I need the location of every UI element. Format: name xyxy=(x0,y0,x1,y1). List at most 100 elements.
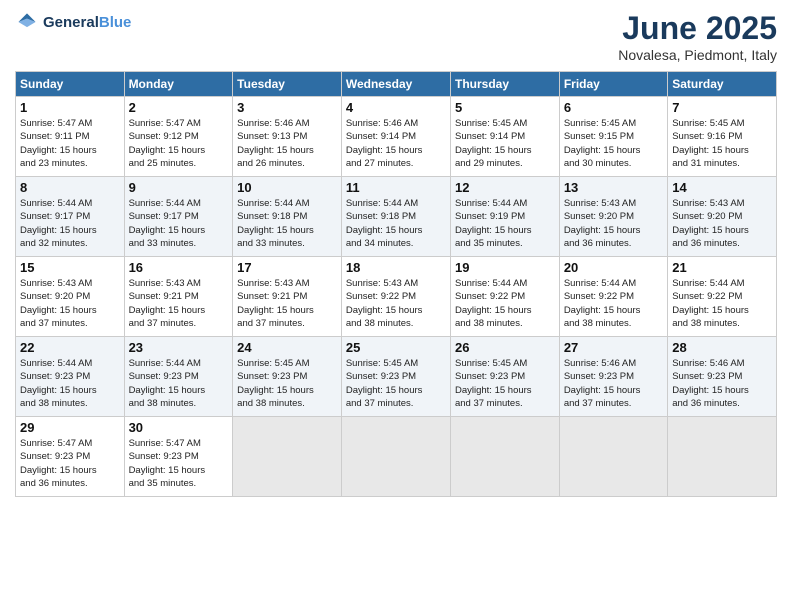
calendar-cell: 2 Sunrise: 5:47 AMSunset: 9:12 PMDayligh… xyxy=(124,97,233,177)
month-title: June 2025 xyxy=(618,10,777,47)
day-info: Sunrise: 5:44 AMSunset: 9:17 PMDaylight:… xyxy=(20,197,120,250)
title-block: June 2025 Novalesa, Piedmont, Italy xyxy=(618,10,777,63)
day-number: 7 xyxy=(672,100,772,115)
day-info: Sunrise: 5:44 AMSunset: 9:23 PMDaylight:… xyxy=(20,357,120,410)
day-number: 5 xyxy=(455,100,555,115)
day-number: 13 xyxy=(564,180,663,195)
calendar-cell: 7 Sunrise: 5:45 AMSunset: 9:16 PMDayligh… xyxy=(668,97,777,177)
day-number: 16 xyxy=(129,260,229,275)
calendar-week-3: 15 Sunrise: 5:43 AMSunset: 9:20 PMDaylig… xyxy=(16,257,777,337)
col-wednesday: Wednesday xyxy=(341,72,450,97)
calendar-cell: 6 Sunrise: 5:45 AMSunset: 9:15 PMDayligh… xyxy=(559,97,667,177)
day-info: Sunrise: 5:45 AMSunset: 9:14 PMDaylight:… xyxy=(455,117,555,170)
day-info: Sunrise: 5:47 AMSunset: 9:12 PMDaylight:… xyxy=(129,117,229,170)
day-info: Sunrise: 5:45 AMSunset: 9:23 PMDaylight:… xyxy=(455,357,555,410)
calendar-cell: 12 Sunrise: 5:44 AMSunset: 9:19 PMDaylig… xyxy=(450,177,559,257)
calendar-cell: 13 Sunrise: 5:43 AMSunset: 9:20 PMDaylig… xyxy=(559,177,667,257)
day-info: Sunrise: 5:44 AMSunset: 9:22 PMDaylight:… xyxy=(672,277,772,330)
calendar-cell: 17 Sunrise: 5:43 AMSunset: 9:21 PMDaylig… xyxy=(233,257,342,337)
day-number: 2 xyxy=(129,100,229,115)
calendar-cell: 14 Sunrise: 5:43 AMSunset: 9:20 PMDaylig… xyxy=(668,177,777,257)
col-thursday: Thursday xyxy=(450,72,559,97)
col-saturday: Saturday xyxy=(668,72,777,97)
header: GeneralBlue June 2025 Novalesa, Piedmont… xyxy=(15,10,777,63)
calendar-cell: 23 Sunrise: 5:44 AMSunset: 9:23 PMDaylig… xyxy=(124,337,233,417)
day-info: Sunrise: 5:43 AMSunset: 9:20 PMDaylight:… xyxy=(672,197,772,250)
day-info: Sunrise: 5:44 AMSunset: 9:23 PMDaylight:… xyxy=(129,357,229,410)
calendar-cell: 1 Sunrise: 5:47 AMSunset: 9:11 PMDayligh… xyxy=(16,97,125,177)
day-number: 24 xyxy=(237,340,337,355)
day-number: 17 xyxy=(237,260,337,275)
day-number: 9 xyxy=(129,180,229,195)
calendar-cell: 10 Sunrise: 5:44 AMSunset: 9:18 PMDaylig… xyxy=(233,177,342,257)
day-info: Sunrise: 5:44 AMSunset: 9:19 PMDaylight:… xyxy=(455,197,555,250)
day-info: Sunrise: 5:43 AMSunset: 9:20 PMDaylight:… xyxy=(20,277,120,330)
calendar-cell: 21 Sunrise: 5:44 AMSunset: 9:22 PMDaylig… xyxy=(668,257,777,337)
calendar-cell: 11 Sunrise: 5:44 AMSunset: 9:18 PMDaylig… xyxy=(341,177,450,257)
calendar-cell: 8 Sunrise: 5:44 AMSunset: 9:17 PMDayligh… xyxy=(16,177,125,257)
day-info: Sunrise: 5:45 AMSunset: 9:16 PMDaylight:… xyxy=(672,117,772,170)
calendar-cell: 3 Sunrise: 5:46 AMSunset: 9:13 PMDayligh… xyxy=(233,97,342,177)
calendar-cell: 9 Sunrise: 5:44 AMSunset: 9:17 PMDayligh… xyxy=(124,177,233,257)
calendar-table: Sunday Monday Tuesday Wednesday Thursday… xyxy=(15,71,777,497)
day-number: 29 xyxy=(20,420,120,435)
day-info: Sunrise: 5:44 AMSunset: 9:18 PMDaylight:… xyxy=(237,197,337,250)
calendar-cell: 18 Sunrise: 5:43 AMSunset: 9:22 PMDaylig… xyxy=(341,257,450,337)
day-number: 14 xyxy=(672,180,772,195)
calendar-week-5: 29 Sunrise: 5:47 AMSunset: 9:23 PMDaylig… xyxy=(16,417,777,497)
calendar-cell xyxy=(668,417,777,497)
day-info: Sunrise: 5:44 AMSunset: 9:22 PMDaylight:… xyxy=(455,277,555,330)
calendar-cell xyxy=(559,417,667,497)
logo: GeneralBlue xyxy=(15,10,131,34)
day-number: 8 xyxy=(20,180,120,195)
calendar-cell: 19 Sunrise: 5:44 AMSunset: 9:22 PMDaylig… xyxy=(450,257,559,337)
day-number: 23 xyxy=(129,340,229,355)
day-info: Sunrise: 5:45 AMSunset: 9:23 PMDaylight:… xyxy=(237,357,337,410)
calendar-cell: 25 Sunrise: 5:45 AMSunset: 9:23 PMDaylig… xyxy=(341,337,450,417)
day-number: 22 xyxy=(20,340,120,355)
day-number: 27 xyxy=(564,340,663,355)
calendar-cell xyxy=(233,417,342,497)
day-info: Sunrise: 5:46 AMSunset: 9:23 PMDaylight:… xyxy=(672,357,772,410)
logo-icon xyxy=(15,10,39,34)
day-number: 12 xyxy=(455,180,555,195)
day-info: Sunrise: 5:43 AMSunset: 9:20 PMDaylight:… xyxy=(564,197,663,250)
day-info: Sunrise: 5:44 AMSunset: 9:18 PMDaylight:… xyxy=(346,197,446,250)
day-info: Sunrise: 5:46 AMSunset: 9:13 PMDaylight:… xyxy=(237,117,337,170)
day-number: 4 xyxy=(346,100,446,115)
day-number: 3 xyxy=(237,100,337,115)
calendar-cell xyxy=(450,417,559,497)
day-info: Sunrise: 5:46 AMSunset: 9:14 PMDaylight:… xyxy=(346,117,446,170)
calendar-cell: 4 Sunrise: 5:46 AMSunset: 9:14 PMDayligh… xyxy=(341,97,450,177)
day-info: Sunrise: 5:44 AMSunset: 9:22 PMDaylight:… xyxy=(564,277,663,330)
calendar-cell: 15 Sunrise: 5:43 AMSunset: 9:20 PMDaylig… xyxy=(16,257,125,337)
day-info: Sunrise: 5:43 AMSunset: 9:22 PMDaylight:… xyxy=(346,277,446,330)
calendar-cell: 5 Sunrise: 5:45 AMSunset: 9:14 PMDayligh… xyxy=(450,97,559,177)
calendar-cell: 16 Sunrise: 5:43 AMSunset: 9:21 PMDaylig… xyxy=(124,257,233,337)
col-monday: Monday xyxy=(124,72,233,97)
page: GeneralBlue June 2025 Novalesa, Piedmont… xyxy=(0,0,792,612)
col-sunday: Sunday xyxy=(16,72,125,97)
calendar-cell: 24 Sunrise: 5:45 AMSunset: 9:23 PMDaylig… xyxy=(233,337,342,417)
day-number: 10 xyxy=(237,180,337,195)
calendar-week-4: 22 Sunrise: 5:44 AMSunset: 9:23 PMDaylig… xyxy=(16,337,777,417)
day-number: 20 xyxy=(564,260,663,275)
day-info: Sunrise: 5:44 AMSunset: 9:17 PMDaylight:… xyxy=(129,197,229,250)
calendar-cell: 26 Sunrise: 5:45 AMSunset: 9:23 PMDaylig… xyxy=(450,337,559,417)
day-number: 30 xyxy=(129,420,229,435)
calendar-cell: 28 Sunrise: 5:46 AMSunset: 9:23 PMDaylig… xyxy=(668,337,777,417)
day-info: Sunrise: 5:47 AMSunset: 9:23 PMDaylight:… xyxy=(20,437,120,490)
calendar-cell: 29 Sunrise: 5:47 AMSunset: 9:23 PMDaylig… xyxy=(16,417,125,497)
day-number: 26 xyxy=(455,340,555,355)
day-info: Sunrise: 5:47 AMSunset: 9:11 PMDaylight:… xyxy=(20,117,120,170)
day-info: Sunrise: 5:46 AMSunset: 9:23 PMDaylight:… xyxy=(564,357,663,410)
day-info: Sunrise: 5:43 AMSunset: 9:21 PMDaylight:… xyxy=(237,277,337,330)
calendar-cell: 22 Sunrise: 5:44 AMSunset: 9:23 PMDaylig… xyxy=(16,337,125,417)
day-number: 25 xyxy=(346,340,446,355)
day-number: 28 xyxy=(672,340,772,355)
calendar-week-2: 8 Sunrise: 5:44 AMSunset: 9:17 PMDayligh… xyxy=(16,177,777,257)
location: Novalesa, Piedmont, Italy xyxy=(618,47,777,63)
calendar-cell: 20 Sunrise: 5:44 AMSunset: 9:22 PMDaylig… xyxy=(559,257,667,337)
calendar-week-1: 1 Sunrise: 5:47 AMSunset: 9:11 PMDayligh… xyxy=(16,97,777,177)
col-tuesday: Tuesday xyxy=(233,72,342,97)
